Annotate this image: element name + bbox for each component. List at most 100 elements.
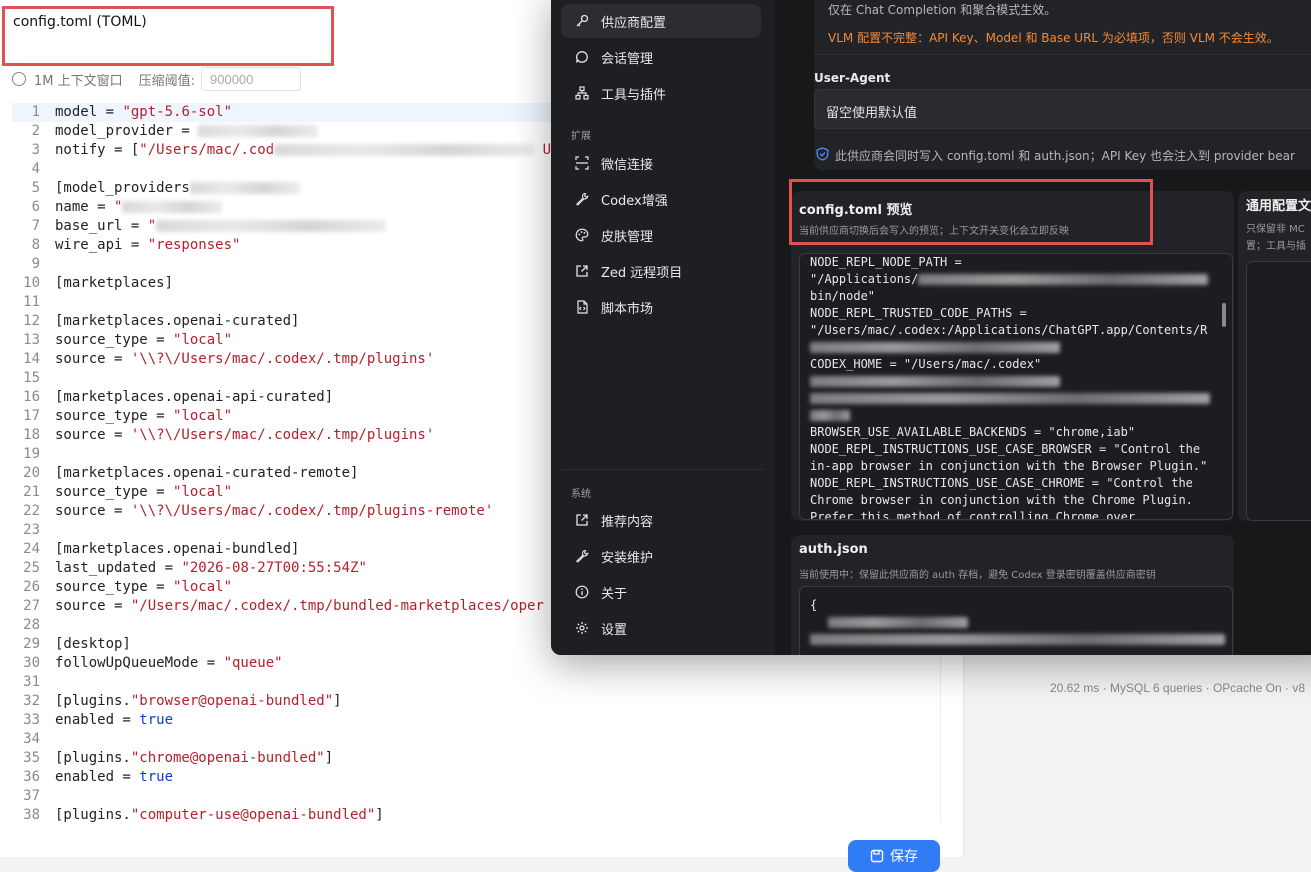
sidebar-item-provider-config[interactable]: 供应商配置 bbox=[561, 4, 761, 38]
nodes-icon bbox=[575, 86, 589, 100]
line-number: 3 bbox=[31, 142, 40, 158]
auth-json-textarea[interactable]: { bbox=[799, 586, 1233, 655]
auth-json-card: auth.json 当前使用中：保留此供应商的 auth 存档，避免 Codex… bbox=[791, 535, 1234, 655]
preview-line: Chrome browser in conjunction with the C… bbox=[810, 493, 1193, 507]
line-number: 32 bbox=[23, 693, 40, 709]
provider-app-window: 供应商配置 会话管理 工具与插件 扩展 微信连接 Codex增强 皮肤管理 Ze… bbox=[551, 0, 1311, 655]
sidebar-item-label: Zed 远程项目 bbox=[601, 265, 683, 281]
line-number: 8 bbox=[31, 237, 40, 253]
line-number: 13 bbox=[23, 332, 40, 348]
context-window-label: 1M 上下文窗口 bbox=[34, 73, 123, 89]
context-options-row: 1M 上下文窗口 压缩阈值: bbox=[12, 66, 302, 92]
info-icon bbox=[575, 585, 589, 599]
palette-icon bbox=[575, 228, 589, 242]
key-icon bbox=[576, 14, 589, 27]
preview-line: NODE_REPL_NODE_PATH = bbox=[810, 255, 962, 269]
general-config-desc-2: 置；工具与插 bbox=[1246, 241, 1306, 252]
sidebar-item-wechat[interactable]: 微信连接 bbox=[561, 146, 761, 180]
line-number: 7 bbox=[31, 218, 40, 234]
line-number: 24 bbox=[23, 541, 40, 557]
code-line: 32 [plugins."browser@openai-bundled"] bbox=[12, 692, 940, 711]
preview-line: "/Applications/ bbox=[800, 271, 1232, 288]
code-text: [desktop] bbox=[55, 636, 131, 652]
line-number: 38 bbox=[23, 807, 40, 823]
line-number: 17 bbox=[23, 408, 40, 424]
preview-textarea[interactable]: NODE_REPL_NODE_PATH = "/Applications/bin/… bbox=[799, 253, 1233, 520]
code-text: source = '\\?\/Users/mac/.codex/.tmp/plu… bbox=[55, 351, 435, 367]
code-line: 31 bbox=[12, 673, 940, 692]
code-text: [marketplaces.openai-curated] bbox=[55, 313, 300, 329]
shield-check-icon bbox=[816, 147, 829, 161]
code-text: source = '\\?\/Users/mac/.codex/.tmp/plu… bbox=[55, 427, 435, 443]
context-window-checkbox[interactable] bbox=[12, 72, 26, 86]
preview-line bbox=[800, 373, 1232, 390]
preview-line: "/Users/mac/.codex:/Applications/ChatGPT… bbox=[810, 323, 1208, 337]
footer-stats: 20.62 ms · MySQL 6 queries · OPcache On … bbox=[1050, 681, 1305, 695]
code-line: 37 bbox=[12, 787, 940, 806]
sidebar-item-label: 供应商配置 bbox=[601, 15, 667, 31]
line-number: 34 bbox=[23, 731, 40, 747]
preview-line: Prefer this method of controlling Chrome… bbox=[810, 510, 1136, 520]
user-agent-label: User-Agent bbox=[814, 71, 891, 85]
sidebar-item-install-maintain[interactable]: 安装维护 bbox=[561, 539, 761, 573]
sidebar-item-session-management[interactable]: 会话管理 bbox=[561, 40, 761, 74]
redacted-text bbox=[156, 220, 387, 232]
sidebar-item-recommended[interactable]: 推荐内容 bbox=[561, 503, 761, 537]
file-code-icon bbox=[577, 300, 588, 314]
threshold-input[interactable] bbox=[201, 67, 302, 91]
chat-icon bbox=[575, 51, 588, 63]
provider-config-main: 仅在 Chat Completion 和聚合模式生效。 VLM 配置不完整：AP… bbox=[775, 0, 1311, 655]
redacted-line bbox=[800, 631, 1232, 648]
sidebar-item-about[interactable]: 关于 bbox=[561, 575, 761, 609]
redacted-line bbox=[800, 614, 1232, 631]
auth-json-title: auth.json bbox=[799, 542, 868, 557]
line-number: 10 bbox=[23, 275, 40, 291]
general-config-card: 通用配置文 只保留非 MC 置；工具与插 bbox=[1238, 191, 1311, 521]
external-link-icon bbox=[576, 514, 588, 526]
save-icon bbox=[870, 849, 884, 863]
page-title: config.toml (TOML) bbox=[13, 14, 147, 30]
code-text: name = " bbox=[55, 198, 223, 217]
sidebar-item-skins[interactable]: 皮肤管理 bbox=[561, 218, 761, 252]
scan-icon bbox=[575, 156, 589, 170]
code-text: source_type = "local" bbox=[55, 332, 233, 348]
general-config-textarea[interactable] bbox=[1246, 261, 1311, 521]
redacted-text bbox=[122, 201, 223, 213]
sidebar-item-label: 脚本市场 bbox=[601, 301, 654, 317]
redacted-text bbox=[189, 182, 300, 194]
line-number: 20 bbox=[23, 465, 40, 481]
line-number: 15 bbox=[23, 370, 40, 386]
preview-line bbox=[800, 390, 1232, 407]
preview-line: in-app browser in conjunction with the B… bbox=[810, 459, 1208, 473]
code-text: wire_api = "responses" bbox=[55, 237, 241, 253]
line-number: 6 bbox=[31, 199, 40, 215]
provider-settings-card: 仅在 Chat Completion 和聚合模式生效。 VLM 配置不完整：AP… bbox=[814, 0, 1311, 170]
scrollbar-thumb[interactable] bbox=[1222, 303, 1226, 327]
sidebar-item-script-market[interactable]: 脚本市场 bbox=[561, 290, 761, 324]
sidebar-item-settings[interactable]: 设置 bbox=[561, 611, 761, 645]
line-number: 27 bbox=[23, 598, 40, 614]
redacted-text bbox=[198, 125, 319, 137]
user-agent-input[interactable]: 留空使用默认值 bbox=[814, 89, 1311, 129]
code-text: source = '\\?\/Users/mac/.codex/.tmp/plu… bbox=[55, 503, 494, 519]
code-text: enabled = true bbox=[55, 712, 174, 728]
auth-json-line: { bbox=[810, 598, 818, 612]
line-number: 16 bbox=[23, 389, 40, 405]
sidebar-item-zed-remote[interactable]: Zed 远程项目 bbox=[561, 254, 761, 288]
sidebar-item-label: 微信连接 bbox=[601, 157, 654, 173]
line-number: 14 bbox=[23, 351, 40, 367]
sidebar-item-codex-enhance[interactable]: Codex增强 bbox=[561, 182, 761, 216]
sidebar-divider bbox=[561, 469, 765, 470]
sidebar: 供应商配置 会话管理 工具与插件 扩展 微信连接 Codex增强 皮肤管理 Ze… bbox=[551, 0, 776, 655]
code-text: [marketplaces.openai-api-curated] bbox=[55, 389, 334, 405]
chat-mode-note: 仅在 Chat Completion 和聚合模式生效。 bbox=[828, 3, 1057, 17]
sidebar-item-label: 推荐内容 bbox=[601, 514, 654, 530]
code-line: 34 bbox=[12, 730, 940, 749]
save-button[interactable]: 保存 bbox=[848, 840, 940, 872]
sidebar-item-tools-plugins[interactable]: 工具与插件 bbox=[561, 76, 761, 110]
sidebar-item-label: 工具与插件 bbox=[601, 87, 667, 103]
sidebar-item-label: 设置 bbox=[601, 622, 628, 638]
wrench-icon bbox=[575, 192, 589, 206]
highlight-box bbox=[789, 179, 1153, 245]
write-note: 此供应商会同时写入 config.toml 和 auth.json；API Ke… bbox=[835, 149, 1295, 163]
